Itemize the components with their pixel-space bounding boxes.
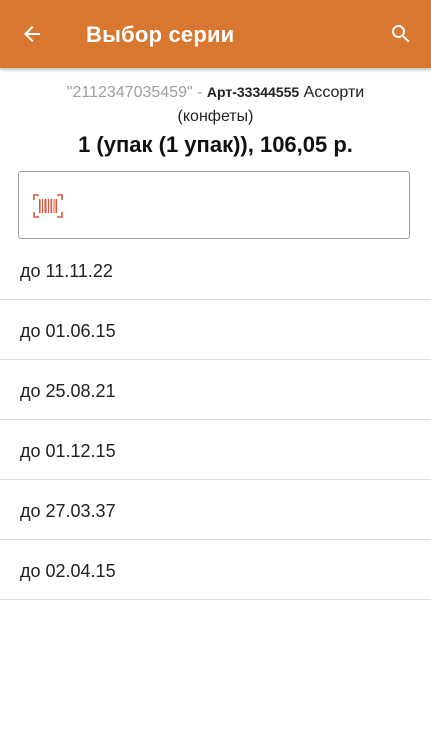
series-item[interactable]: до 27.03.37 [0,480,431,539]
barcode-scan-field[interactable] [18,171,410,239]
product-article: Арт-33344555 [206,84,300,100]
back-button[interactable] [14,16,50,52]
product-info: "2112347035459" - Арт-33344555 Ассорти (… [0,80,431,160]
page-title: Выбор серии [86,22,235,47]
product-category: (конфеты) [177,108,254,125]
search-button[interactable] [383,16,419,52]
product-line: "2112347035459" - Арт-33344555 Ассорти [0,80,431,105]
arrow-left-icon [24,26,40,42]
divider [0,599,431,600]
product-barcode: "2112347035459" [66,84,193,101]
series-item[interactable]: до 01.06.15 [0,300,431,359]
app-bar: Выбор серии [0,0,431,68]
separator: - [197,84,203,101]
series-list: до 11.11.22 до 01.06.15 до 25.08.21 до 0… [0,240,431,600]
series-item[interactable]: до 25.08.21 [0,360,431,419]
series-item[interactable]: до 11.11.22 [0,240,431,299]
product-name: Ассорти [303,84,365,101]
barcode-scanner-icon [33,194,63,218]
series-item[interactable]: до 01.12.15 [0,420,431,479]
search-icon [392,25,410,43]
series-item[interactable]: до 02.04.15 [0,540,431,599]
quantity-price: 1 (упак (1 упак)), 106,05 р. [78,132,353,157]
